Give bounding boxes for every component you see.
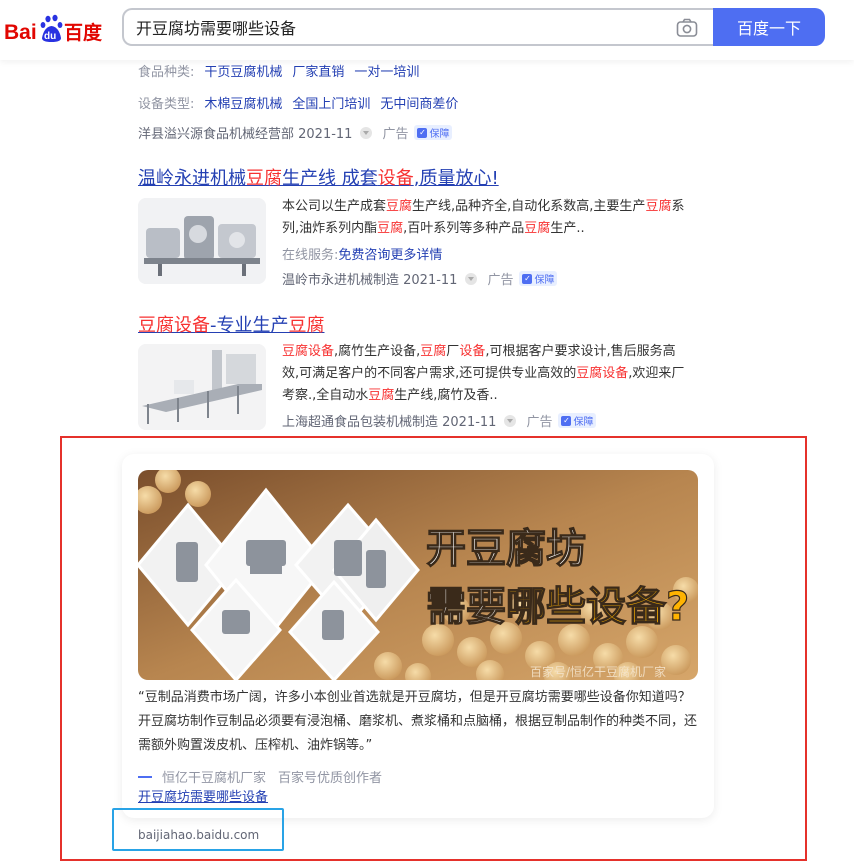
result2-description: 豆腐设备,腐竹生产设备,豆腐厂设备,可根据客户要求设计,售后服务高效,可满足客户… (282, 344, 685, 403)
result1-source: 温岭市永进机械制造 2021-11 广告 ✓ 保障 (282, 269, 558, 288)
annotation-red-box (60, 436, 807, 861)
ad-label: 广告 (382, 127, 409, 142)
machine-image (138, 198, 266, 284)
logo-text-du: du (44, 31, 56, 42)
title-part: 温岭永进机械 (138, 168, 246, 189)
result1-description: 本公司以生产成套豆腐生产线,品种齐全,自动化系数高,主要生产豆腐系列,油炸系列内… (282, 199, 685, 236)
equip-type-link-3[interactable]: 无中间商差价 (380, 97, 458, 112)
source-name[interactable]: 温岭市永进机械制造 2021-11 (282, 269, 457, 288)
result0-food-types: 食品种类: 干页豆腐机械 厂家直销 一对一培训 (138, 61, 419, 80)
search-box (122, 8, 714, 46)
guarantee-label: 保障 (429, 129, 450, 140)
title-highlight: 豆腐设备 (138, 315, 210, 336)
title-part: ,质量放心! (413, 168, 499, 189)
dropdown-icon[interactable] (360, 126, 373, 139)
result0-equip-types: 设备类型: 木棉豆腐机械 全国上门培训 无中间商差价 (138, 93, 458, 112)
result0-source: 洋县溢兴源食品机械经营部 2021-11 广告 ✓ 保障 (138, 123, 453, 142)
title-highlight: 豆腐 (288, 315, 325, 336)
search-button[interactable]: 百度一下 (713, 8, 825, 46)
camera-icon[interactable] (676, 18, 698, 38)
baidu-logo[interactable]: Bai du 百度 (4, 14, 108, 44)
food-type-link-3[interactable]: 一对一培训 (354, 65, 419, 80)
result2-title[interactable]: 豆腐设备-专业生产豆腐 (138, 311, 325, 337)
equip-type-label: 设备类型: (138, 97, 195, 112)
check-shield-icon: ✓ (522, 273, 533, 284)
check-shield-icon: ✓ (561, 415, 572, 426)
result1-title[interactable]: 温岭永进机械豆腐生产线 成套设备,质量放心! (138, 164, 499, 190)
ad-label: 广告 (487, 273, 514, 288)
guarantee-badge[interactable]: ✓ 保障 (519, 271, 558, 286)
ad-label: 广告 (526, 415, 553, 430)
food-type-link-1[interactable]: 干页豆腐机械 (204, 65, 282, 80)
guarantee-label: 保障 (534, 275, 555, 286)
source-name[interactable]: 上海超通食品包装机械制造 2021-11 (282, 411, 496, 430)
search-input[interactable] (136, 10, 666, 44)
top-bar: Bai du 百度 百度一下 (0, 0, 854, 60)
logo-text-cn: 百度 (64, 21, 103, 44)
title-highlight: 豆腐 (246, 168, 282, 189)
result2-source: 上海超通食品包装机械制造 2021-11 广告 ✓ 保障 (282, 411, 597, 430)
guarantee-label: 保障 (573, 417, 594, 428)
dropdown-icon[interactable] (504, 414, 517, 427)
equip-type-link-1[interactable]: 木棉豆腐机械 (204, 97, 282, 112)
service-label: 在线服务: (282, 248, 339, 263)
dropdown-icon[interactable] (465, 272, 478, 285)
result1-thumbnail[interactable] (138, 198, 266, 284)
title-part: 生产线 成套 (282, 168, 378, 189)
logo-text-bai: Bai (4, 21, 37, 44)
guarantee-badge[interactable]: ✓ 保障 (558, 413, 597, 428)
food-type-link-2[interactable]: 厂家直销 (292, 65, 344, 80)
equip-type-link-2[interactable]: 全国上门培训 (292, 97, 370, 112)
guarantee-badge[interactable]: ✓ 保障 (414, 125, 453, 140)
title-highlight: 设备 (377, 168, 414, 189)
food-type-label: 食品种类: (138, 65, 195, 80)
result2-thumbnail[interactable] (138, 344, 266, 430)
result1-service: 在线服务:免费咨询更多详情 (282, 244, 442, 263)
service-link[interactable]: 免费咨询更多详情 (338, 248, 442, 263)
check-shield-icon: ✓ (417, 127, 428, 138)
annotation-blue-box (112, 808, 284, 851)
source-name[interactable]: 洋县溢兴源食品机械经营部 2021-11 (138, 123, 352, 142)
production-line-image (138, 344, 266, 430)
title-part: -专业生产 (210, 315, 289, 336)
